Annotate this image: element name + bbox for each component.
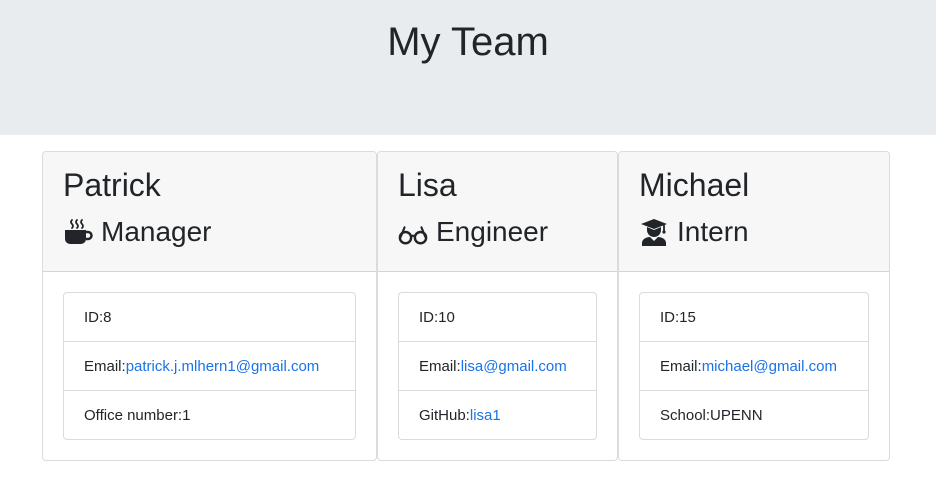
list-item-id: ID: 15 xyxy=(640,293,868,342)
employee-name: Lisa xyxy=(398,167,457,203)
list-item-id: ID: 8 xyxy=(64,293,355,342)
employee-name: Patrick xyxy=(63,167,161,203)
coffee-mug-icon xyxy=(63,217,93,247)
list-item-email: Email: patrick.j.mlhern1@gmail.com xyxy=(64,342,355,391)
list-item-school: School: UPENN xyxy=(640,391,868,439)
employee-details: ID: 15 Email: michael@gmail.com School: … xyxy=(639,292,869,440)
id-label: ID: xyxy=(419,308,439,326)
email-label: Email: xyxy=(660,357,702,375)
email-link[interactable]: lisa@gmail.com xyxy=(461,358,567,375)
employee-role: Manager xyxy=(63,214,212,250)
role-label: Manager xyxy=(101,216,212,247)
email-label: Email: xyxy=(84,357,126,375)
list-item-github: GitHub: lisa1 xyxy=(399,391,596,439)
id-value: 15 xyxy=(679,308,696,326)
id-label: ID: xyxy=(660,308,680,326)
id-value: 8 xyxy=(103,308,112,326)
employee-card-intern: Michael Intern ID: 15 Email: michael@gma… xyxy=(618,151,890,461)
employee-card-engineer: Lisa Engineer ID: 10 Email: lisa@gmail.c… xyxy=(377,151,618,461)
list-item-email: Email: michael@gmail.com xyxy=(640,342,868,391)
school-value: UPENN xyxy=(710,406,763,424)
card-header: Patrick Manager xyxy=(43,152,376,272)
id-label: ID: xyxy=(84,308,104,326)
list-item-email: Email: lisa@gmail.com xyxy=(399,342,596,391)
employee-name: Michael xyxy=(639,167,750,203)
card-header: Lisa Engineer xyxy=(378,152,617,272)
employee-role: Intern xyxy=(639,214,749,250)
id-value: 10 xyxy=(438,308,455,326)
glasses-icon xyxy=(398,217,428,247)
office-number-value: 1 xyxy=(182,406,191,424)
github-link[interactable]: lisa1 xyxy=(470,407,501,424)
employee-details: ID: 10 Email: lisa@gmail.com GitHub: lis… xyxy=(398,292,597,440)
email-link[interactable]: patrick.j.mlhern1@gmail.com xyxy=(126,358,320,375)
role-label: Engineer xyxy=(436,216,549,247)
list-item-office-number: Office number: 1 xyxy=(64,391,355,439)
graduate-icon xyxy=(639,217,669,247)
email-link[interactable]: michael@gmail.com xyxy=(702,358,837,375)
email-label: Email: xyxy=(419,357,461,375)
page-title: My Team xyxy=(387,20,549,64)
employee-role: Engineer xyxy=(398,214,548,250)
school-label: School: xyxy=(660,406,711,424)
page-header: My Team xyxy=(0,0,936,135)
employee-details: ID: 8 Email: patrick.j.mlhern1@gmail.com… xyxy=(63,292,356,440)
list-item-id: ID: 10 xyxy=(399,293,596,342)
card-header: Michael Intern xyxy=(619,152,889,272)
office-number-label: Office number: xyxy=(84,406,183,424)
role-label: Intern xyxy=(677,216,749,247)
employee-card-manager: Patrick Manager ID: 8 Email: patrick.j.m… xyxy=(42,151,377,461)
github-label: GitHub: xyxy=(419,406,470,424)
